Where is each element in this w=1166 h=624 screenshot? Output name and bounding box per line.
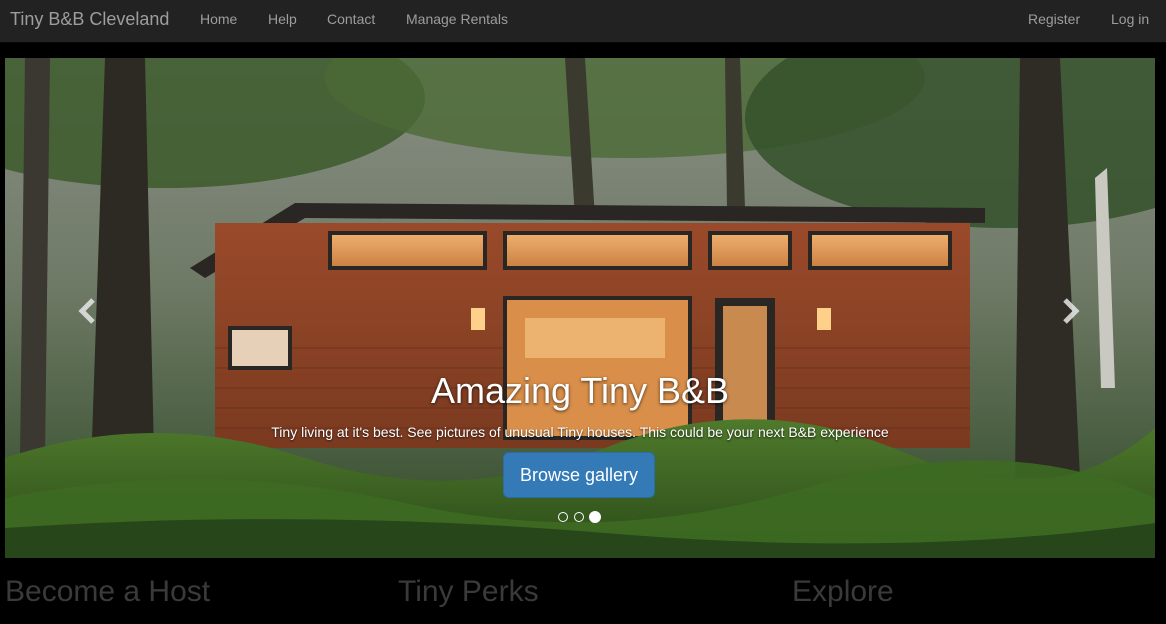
nav-link-login[interactable]: Log in	[1111, 11, 1149, 27]
nav-link-contact[interactable]: Contact	[327, 11, 375, 27]
carousel-indicator-1[interactable]	[558, 512, 568, 522]
nav-link-register[interactable]: Register	[1028, 11, 1080, 27]
section-heading-tiny-perks: Tiny Perks	[398, 575, 539, 608]
chevron-left-icon[interactable]	[73, 296, 103, 326]
brand-link[interactable]: Tiny B&B Cleveland	[10, 9, 169, 30]
chevron-right-icon[interactable]	[1055, 296, 1085, 326]
nav-link-home[interactable]: Home	[200, 11, 237, 27]
section-heading-become-a-host: Become a Host	[5, 575, 211, 608]
carousel-caption-text: Tiny living at it's best. See pictures o…	[271, 424, 889, 440]
top-navbar: Tiny B&B Cleveland Home Help Contact Man…	[0, 0, 1166, 43]
carousel-indicator-3[interactable]	[589, 511, 601, 523]
section-heading-explore: Explore	[792, 575, 894, 608]
carousel-indicator-2[interactable]	[574, 512, 584, 522]
carousel-caption-title: Amazing Tiny B&B	[430, 370, 730, 411]
hero-carousel: Amazing Tiny B&B Tiny living at it's bes…	[5, 58, 1155, 558]
browse-gallery-button[interactable]: Browse gallery	[503, 452, 655, 498]
nav-link-manage-rentals[interactable]: Manage Rentals	[406, 11, 508, 27]
nav-link-help[interactable]: Help	[268, 11, 297, 27]
